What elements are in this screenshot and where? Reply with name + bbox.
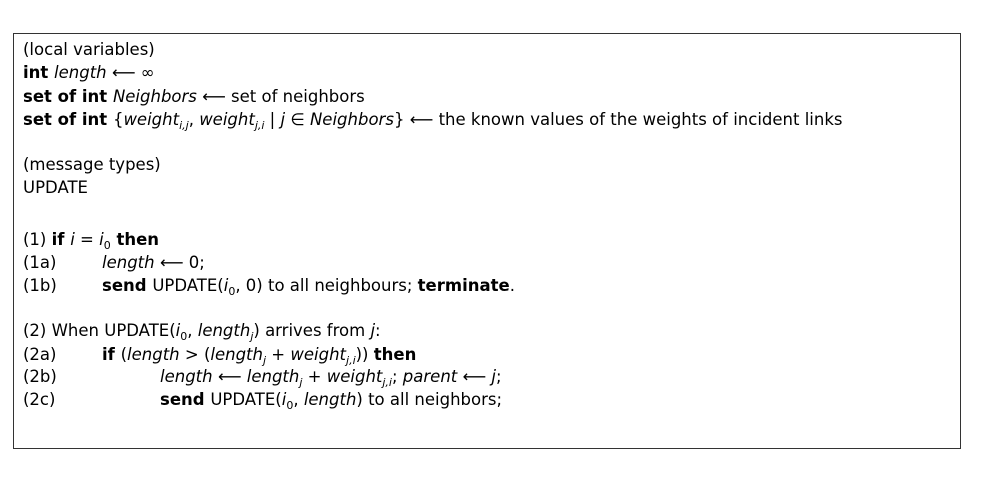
text-segment: | <box>264 110 281 129</box>
line-label: (2a) <box>23 345 57 364</box>
text-segment: int <box>23 63 55 82</box>
text-segment: length <box>54 63 107 82</box>
text-segment: length <box>127 345 180 364</box>
text-segment: terminate <box>417 276 510 295</box>
line-label: (2b) <box>23 367 57 386</box>
text-segment: ) arrives from <box>253 321 371 340</box>
text-segment: length <box>160 367 213 386</box>
text-segment: then <box>373 345 417 364</box>
text-segment: if <box>51 230 71 249</box>
text-segment: send <box>160 390 211 409</box>
line-label: (2c) <box>23 390 56 409</box>
line-body: send UPDATE(i0, 0) to all neighbours; te… <box>102 275 515 303</box>
text-segment: set of int <box>23 110 113 129</box>
line-body: send UPDATE(i0, length) to all neighbors… <box>160 389 502 417</box>
text-segment: )) <box>355 345 374 364</box>
text-segment: j,i <box>382 376 392 389</box>
text-segment: UPDATE <box>23 178 88 197</box>
text-segment: 0 <box>103 239 111 252</box>
line-body: length ⟵ 0; <box>102 252 205 274</box>
text-segment: weight <box>123 110 180 129</box>
text-segment: Neighbors <box>112 87 197 106</box>
text-segment: weight <box>326 367 383 386</box>
text-segment: length <box>210 345 263 364</box>
text-segment: ∈ <box>285 110 310 129</box>
line-body: (message types) <box>23 154 161 176</box>
text-segment: (2) When UPDATE( <box>23 321 176 340</box>
text-segment: (1) <box>23 230 52 249</box>
text-segment: , <box>188 110 200 129</box>
text-segment: if <box>102 345 121 364</box>
text-segment: j,i <box>254 119 265 132</box>
line-label: (1b) <box>23 276 57 295</box>
text-segment: parent <box>402 367 458 386</box>
text-segment: ⟵ <box>457 367 492 386</box>
text-segment: (message types) <box>23 155 161 174</box>
text-segment: i,j <box>179 119 189 132</box>
text-segment: length <box>303 390 357 409</box>
text-segment: . <box>509 276 515 295</box>
text-segment: length <box>102 253 155 272</box>
text-segment: , <box>293 390 304 409</box>
text-segment: (local variables) <box>23 40 155 59</box>
text-segment: length <box>246 367 300 386</box>
text-segment: UPDATE( <box>210 390 282 409</box>
text-segment: ⟵ ∞ <box>106 63 155 82</box>
line-body: set of int {weighti,j, weightj,i | j ∈ N… <box>23 109 842 137</box>
text-segment: ) to all neighbors; <box>356 390 503 409</box>
text-segment: { <box>112 110 124 129</box>
text-segment: length <box>197 321 251 340</box>
text-segment: then <box>110 230 160 249</box>
text-segment: weight <box>199 110 255 129</box>
line-body: UPDATE <box>23 177 88 199</box>
line-body: (local variables) <box>23 39 155 61</box>
text-segment: : <box>375 321 381 340</box>
text-segment: , <box>187 321 198 340</box>
text-segment: = <box>74 230 100 249</box>
text-segment: ⟵ 0; <box>154 253 205 272</box>
text-segment: ⟵ <box>212 367 247 386</box>
text-segment: set of int <box>23 87 113 106</box>
text-segment: , 0) to all neighbours; <box>235 276 418 295</box>
line-body: set of int Neighbors ⟵ set of neighbors <box>23 86 365 108</box>
text-segment: UPDATE( <box>152 276 224 295</box>
line-label: (1a) <box>23 253 57 272</box>
text-segment: ; <box>391 367 403 386</box>
text-segment: Neighbors <box>309 110 394 129</box>
text-segment: } ⟵ the known values of the weights of i… <box>393 110 843 129</box>
text-segment: send <box>102 276 153 295</box>
text-segment: + <box>266 345 291 364</box>
text-segment: > ( <box>179 345 211 364</box>
text-segment: ⟵ set of neighbors <box>196 87 365 106</box>
text-segment: weight <box>290 345 347 364</box>
text-segment: + <box>302 367 327 386</box>
text-segment: ; <box>496 367 502 386</box>
line-body: int length ⟵ ∞ <box>23 62 155 84</box>
